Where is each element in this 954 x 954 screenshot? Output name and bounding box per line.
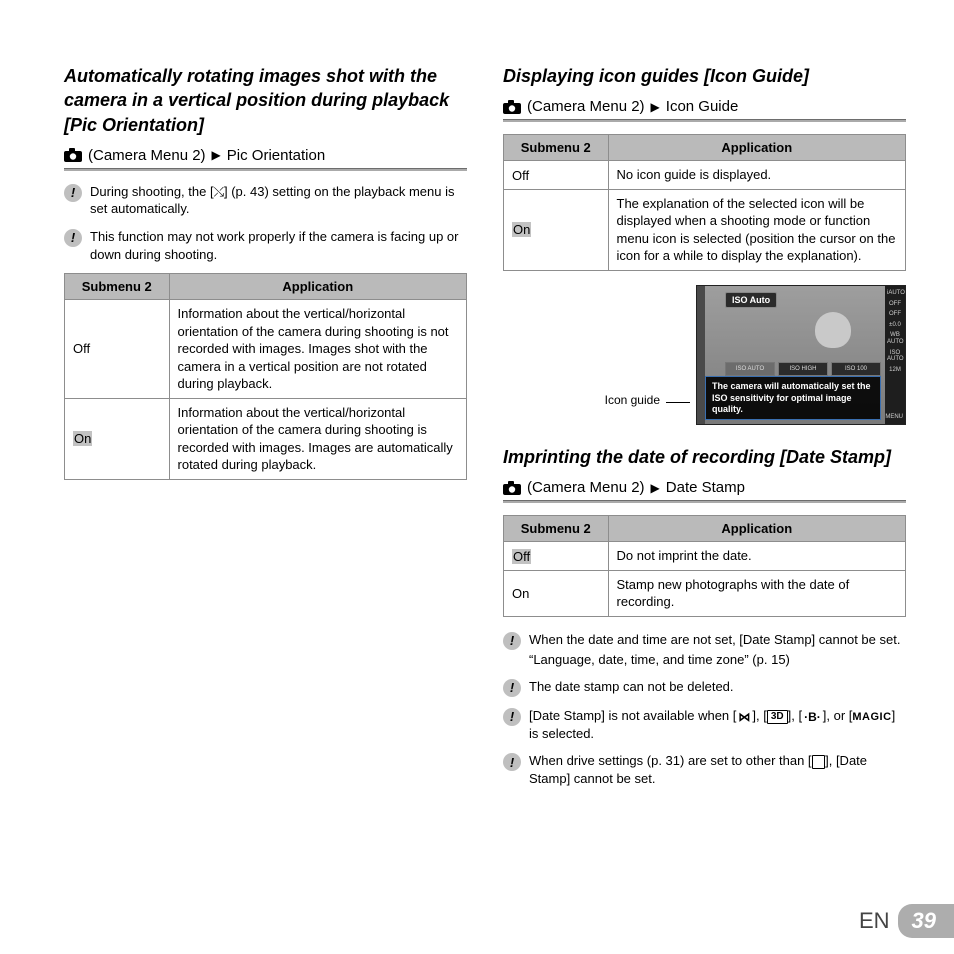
menu-path-item: Icon Guide bbox=[666, 98, 739, 115]
setting-cell: On bbox=[504, 189, 609, 270]
divider bbox=[503, 119, 906, 122]
app-cell: Stamp new photographs with the date of r… bbox=[608, 570, 905, 616]
pointer-line bbox=[666, 402, 690, 403]
th-application: Application bbox=[608, 516, 905, 542]
side-label: OFF bbox=[887, 311, 903, 318]
page-footer: EN 39 bbox=[859, 904, 954, 938]
th-submenu: Submenu 2 bbox=[504, 135, 609, 161]
note-text: [Date Stamp] is not available when [⋈], … bbox=[529, 707, 906, 742]
side-label: OFF bbox=[887, 301, 903, 308]
table-row: On Stamp new photographs with the date o… bbox=[504, 570, 906, 616]
app-cell: The explanation of the selected icon wil… bbox=[608, 189, 905, 270]
side-label: ±0.0 bbox=[887, 322, 903, 329]
note: ! This function may not work properly if… bbox=[64, 228, 467, 263]
iso-auto-badge: ISO Auto bbox=[725, 292, 777, 308]
app-cell: Do not imprint the date. bbox=[608, 542, 905, 571]
lcd-bottom-icons: ISO AUTO ISO HIGH ISO 100 bbox=[725, 362, 881, 376]
side-label: iAUTO bbox=[887, 290, 903, 297]
menu-path-label: (Camera Menu 2) bbox=[527, 98, 645, 115]
camera-icon bbox=[64, 148, 82, 162]
th-application: Application bbox=[608, 135, 905, 161]
side-label: WB AUTO bbox=[887, 332, 903, 345]
warning-icon: ! bbox=[503, 632, 521, 650]
note-text: During shooting, the [⤯] (p. 43) setting… bbox=[90, 183, 467, 218]
note: ! [Date Stamp] is not available when [⋈]… bbox=[503, 707, 906, 742]
warning-icon: ! bbox=[64, 229, 82, 247]
iso-auto-icon: ISO AUTO bbox=[725, 362, 775, 376]
note: ! The date stamp can not be deleted. bbox=[503, 678, 906, 697]
arrow-icon: ▶ bbox=[651, 100, 660, 114]
iso-high-icon: ISO HIGH bbox=[778, 362, 828, 376]
menu-path-item: Pic Orientation bbox=[227, 147, 325, 164]
th-submenu: Submenu 2 bbox=[504, 516, 609, 542]
note: ! When drive settings (p. 31) are set to… bbox=[503, 752, 906, 787]
setting-cell: On bbox=[504, 570, 609, 616]
magic-icon: MAGIC bbox=[852, 711, 891, 723]
note: ! During shooting, the [⤯] (p. 43) setti… bbox=[64, 183, 467, 218]
icon-guide-tip: The camera will automatically set the IS… bbox=[705, 376, 881, 420]
panorama-icon: ⋈ bbox=[736, 711, 752, 723]
iso-100-icon: ISO 100 bbox=[831, 362, 881, 376]
beauty-icon: ·B· bbox=[802, 711, 823, 723]
divider bbox=[503, 500, 906, 503]
table-row: Off Information about the vertical/horiz… bbox=[65, 300, 467, 399]
page-number: 39 bbox=[912, 908, 936, 933]
3d-icon: 3D bbox=[767, 710, 788, 724]
date-stamp-table: Submenu 2 Application Off Do not imprint… bbox=[503, 515, 906, 617]
arrow-icon: ▶ bbox=[651, 481, 660, 495]
menu-path-label: (Camera Menu 2) bbox=[527, 479, 645, 496]
setting-cell: Off bbox=[504, 542, 609, 571]
menu-path-item: Date Stamp bbox=[666, 479, 745, 496]
icon-guide-table: Submenu 2 Application Off No icon guide … bbox=[503, 134, 906, 271]
note-text: The date stamp can not be deleted. bbox=[529, 678, 906, 696]
side-label: ISO AUTO bbox=[887, 350, 903, 363]
icon-guide-title: Displaying icon guides [Icon Guide] bbox=[503, 64, 906, 88]
th-application: Application bbox=[169, 274, 466, 300]
pic-orientation-path: (Camera Menu 2) ▶ Pic Orientation bbox=[64, 147, 467, 164]
icon-guide-path: (Camera Menu 2) ▶ Icon Guide bbox=[503, 98, 906, 115]
menu-tag: MENU bbox=[885, 414, 903, 420]
divider bbox=[64, 168, 467, 171]
warning-icon: ! bbox=[64, 184, 82, 202]
warning-icon: ! bbox=[503, 753, 521, 771]
page-number-badge: 39 bbox=[898, 904, 954, 938]
date-stamp-title: Imprinting the date of recording [Date S… bbox=[503, 445, 906, 469]
lang-label: EN bbox=[859, 908, 890, 934]
pic-orientation-table: Submenu 2 Application Off Information ab… bbox=[64, 273, 467, 480]
menu-path-label: (Camera Menu 2) bbox=[88, 147, 206, 164]
camera-icon bbox=[503, 481, 521, 495]
table-row: On The explanation of the selected icon … bbox=[504, 189, 906, 270]
single-frame-icon bbox=[812, 755, 826, 769]
left-column: Automatically rotating images shot with … bbox=[64, 64, 467, 798]
note-text: When the date and time are not set, [Dat… bbox=[529, 631, 906, 668]
pic-orientation-title: Automatically rotating images shot with … bbox=[64, 64, 467, 137]
figure-caption: Icon guide bbox=[605, 393, 660, 425]
note: ! When the date and time are not set, [D… bbox=[503, 631, 906, 668]
camera-icon bbox=[503, 100, 521, 114]
app-cell: Information about the vertical/horizonta… bbox=[169, 398, 466, 479]
side-label: 12M bbox=[887, 367, 903, 374]
setting-cell: Off bbox=[65, 300, 170, 399]
note-text: When drive settings (p. 31) are set to o… bbox=[529, 752, 906, 787]
setting-cell: On bbox=[65, 398, 170, 479]
lcd-sidebar: iAUTO OFF OFF ±0.0 WB AUTO ISO AUTO 12M bbox=[885, 286, 905, 424]
th-submenu: Submenu 2 bbox=[65, 274, 170, 300]
table-row: Off Do not imprint the date. bbox=[504, 542, 906, 571]
table-row: On Information about the vertical/horizo… bbox=[65, 398, 467, 479]
table-row: Off No icon guide is displayed. bbox=[504, 161, 906, 190]
date-stamp-path: (Camera Menu 2) ▶ Date Stamp bbox=[503, 479, 906, 496]
icon-guide-figure: Icon guide ISO Auto iAUTO OFF OFF ±0.0 W… bbox=[503, 285, 906, 425]
setting-cell: Off bbox=[504, 161, 609, 190]
lcd-screenshot: ISO Auto iAUTO OFF OFF ±0.0 WB AUTO ISO … bbox=[696, 285, 906, 425]
right-column: Displaying icon guides [Icon Guide] (Cam… bbox=[503, 64, 906, 798]
arrow-icon: ▶ bbox=[212, 148, 221, 162]
warning-icon: ! bbox=[503, 708, 521, 726]
app-cell: No icon guide is displayed. bbox=[608, 161, 905, 190]
note-text: This function may not work properly if t… bbox=[90, 228, 467, 263]
app-cell: Information about the vertical/horizonta… bbox=[169, 300, 466, 399]
warning-icon: ! bbox=[503, 679, 521, 697]
